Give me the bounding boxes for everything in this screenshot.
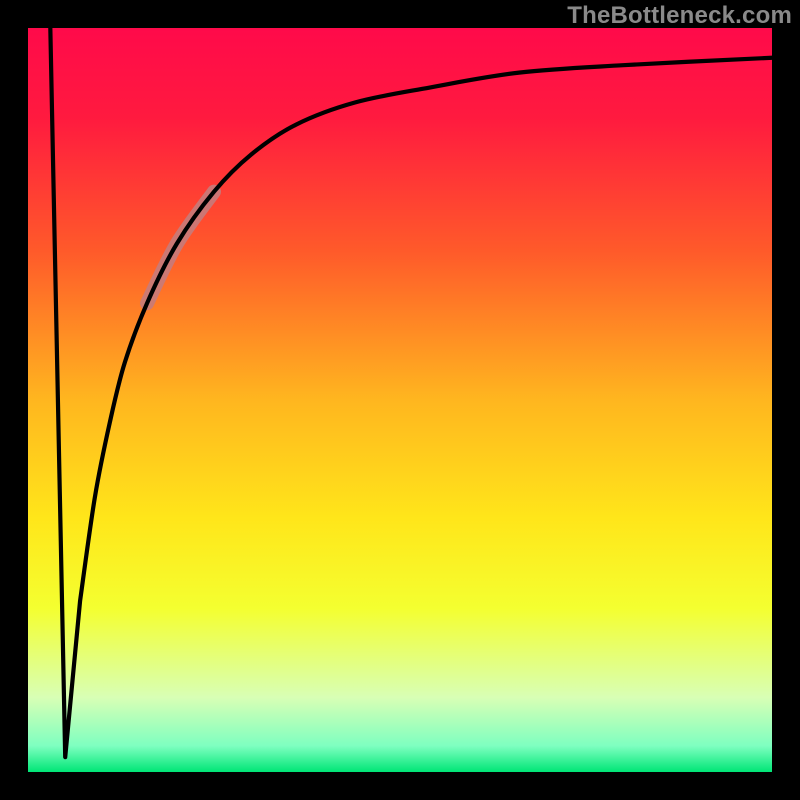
- gradient-background: [28, 28, 772, 772]
- bottleneck-chart: [0, 0, 800, 800]
- chart-stage: { "watermark": "TheBottleneck.com", "col…: [0, 0, 800, 800]
- watermark-text: TheBottleneck.com: [567, 2, 792, 30]
